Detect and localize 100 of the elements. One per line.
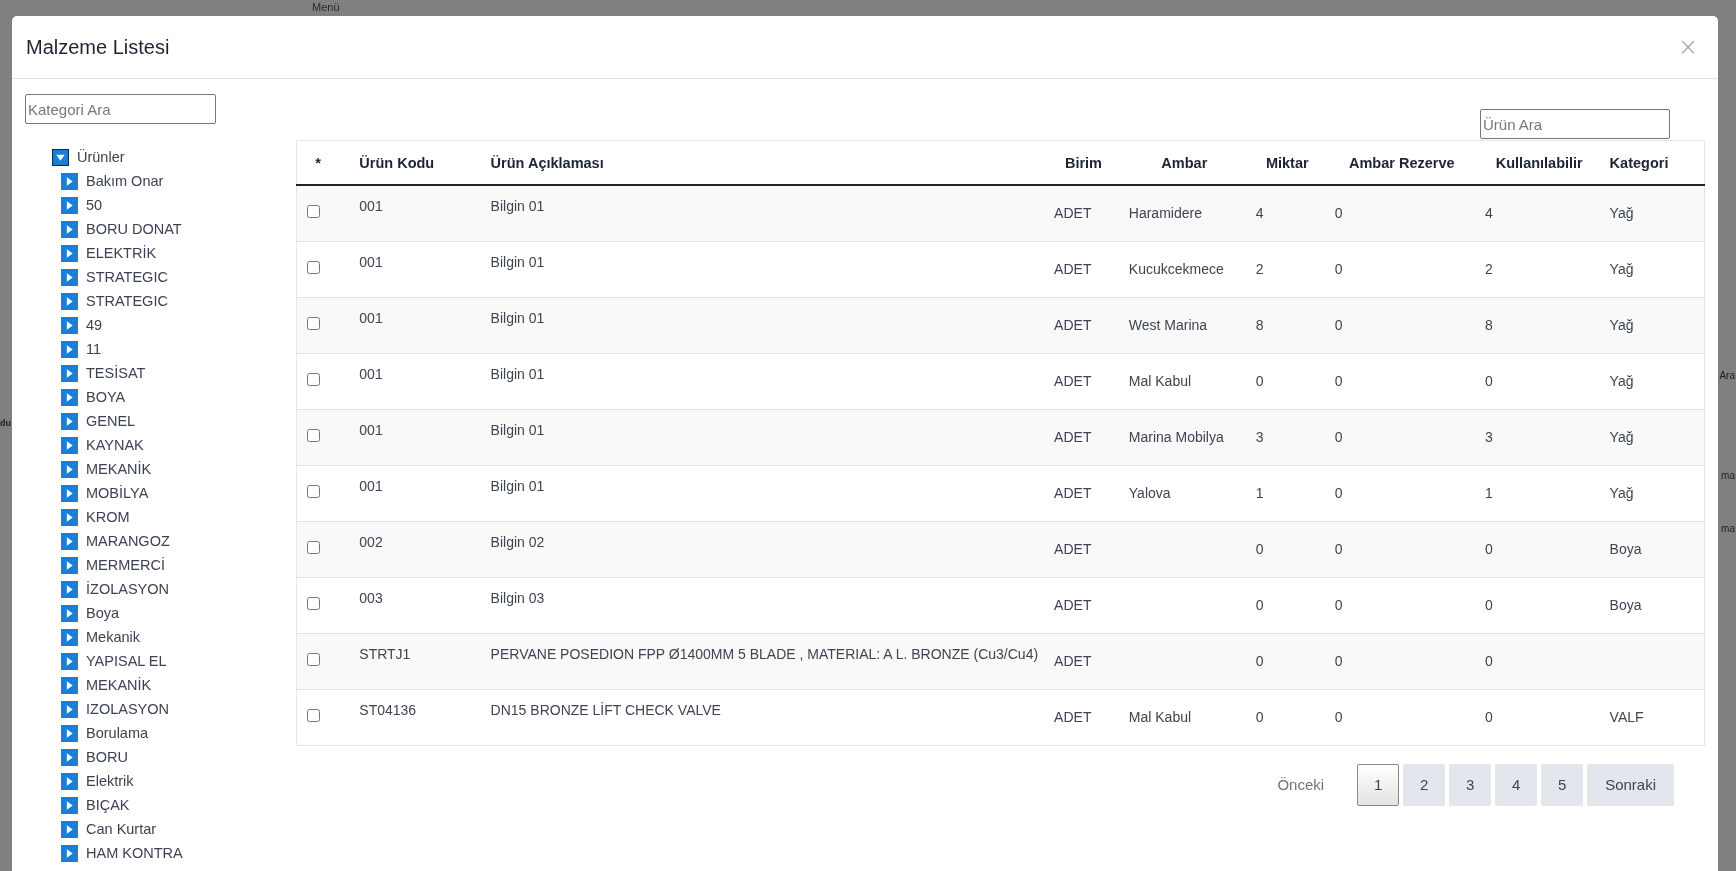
expand-icon[interactable] bbox=[61, 340, 78, 358]
expand-icon[interactable] bbox=[61, 244, 78, 262]
tree-item[interactable]: 11 bbox=[86, 341, 102, 357]
table-cell: 0 bbox=[1255, 373, 1264, 389]
table-cell: 0 bbox=[1334, 317, 1343, 333]
table-cell: ADET bbox=[1054, 429, 1092, 445]
expand-icon[interactable] bbox=[61, 292, 78, 310]
tree-item[interactable]: 49 bbox=[86, 317, 103, 333]
table-cell: PERVANE POSEDION FPP Ø1400MM 5 BLADE , MATERIAL: A L. BRONZE (Cu3/Cu4) bbox=[490, 645, 1039, 662]
tree-item[interactable]: IZOLASYON bbox=[86, 701, 169, 717]
table-cell: 8 bbox=[1484, 317, 1493, 333]
table-cell: ADET bbox=[1054, 373, 1092, 389]
row-checkbox[interactable] bbox=[307, 653, 320, 666]
table-cell: 002 bbox=[359, 533, 383, 550]
table-cell: 0 bbox=[1334, 541, 1343, 557]
tree-item[interactable]: YAPISAL EL bbox=[86, 653, 167, 669]
tree-item[interactable]: STRATEGIC bbox=[86, 293, 168, 309]
table-cell: Mal Kabul bbox=[1128, 373, 1192, 389]
tree-item[interactable]: BIÇAK bbox=[86, 797, 130, 813]
page-button[interactable]: 2 bbox=[1403, 763, 1446, 806]
row-checkbox[interactable] bbox=[307, 261, 320, 274]
tree-item[interactable]: Elektrik bbox=[86, 773, 134, 789]
tree-item[interactable]: KAYNAK bbox=[86, 437, 144, 453]
expand-icon[interactable] bbox=[61, 700, 78, 718]
expand-icon[interactable] bbox=[61, 748, 78, 766]
tree-item[interactable]: 50 bbox=[86, 197, 103, 213]
table-cell: ADET bbox=[1054, 653, 1092, 669]
row-checkbox[interactable] bbox=[307, 485, 320, 498]
page-button[interactable]: 5 bbox=[1541, 763, 1584, 806]
tree-item[interactable]: MEKANİK bbox=[86, 461, 152, 477]
expand-icon[interactable] bbox=[61, 220, 78, 238]
row-checkbox[interactable] bbox=[307, 205, 320, 219]
row-checkbox[interactable] bbox=[307, 709, 320, 722]
tree-item[interactable]: TESİSAT bbox=[86, 365, 146, 381]
row-checkbox[interactable] bbox=[307, 317, 320, 330]
page-button[interactable]: 3 bbox=[1449, 763, 1492, 806]
tree-item[interactable]: Can Kurtar bbox=[86, 821, 157, 837]
tree-item[interactable]: İZOLASYON bbox=[86, 581, 169, 597]
expand-icon[interactable] bbox=[61, 460, 78, 478]
table-cell: 0 bbox=[1255, 541, 1264, 557]
row-checkbox[interactable] bbox=[307, 597, 320, 610]
tree-item[interactable]: Mekanik bbox=[86, 629, 140, 645]
expand-icon[interactable] bbox=[61, 268, 78, 286]
tree-item[interactable]: KROM bbox=[86, 509, 130, 525]
page-button[interactable]: 1 bbox=[1357, 763, 1400, 806]
expand-icon[interactable] bbox=[61, 364, 78, 382]
tree-item[interactable]: MEKANİK bbox=[86, 677, 152, 693]
expand-icon[interactable] bbox=[61, 844, 78, 862]
table-cell: 001 bbox=[359, 309, 383, 326]
expand-icon[interactable] bbox=[61, 820, 78, 838]
page-button[interactable]: 4 bbox=[1495, 763, 1538, 806]
expand-icon[interactable] bbox=[61, 484, 78, 502]
expand-icon[interactable] bbox=[61, 532, 78, 550]
expand-icon[interactable] bbox=[61, 724, 78, 742]
tree-item[interactable]: GENEL bbox=[86, 413, 136, 429]
expand-icon[interactable] bbox=[61, 580, 78, 598]
tree-item[interactable]: Boya bbox=[86, 605, 120, 621]
row-checkbox[interactable] bbox=[307, 429, 320, 442]
tree-item[interactable]: BORU DONAT bbox=[86, 221, 182, 237]
expand-icon[interactable] bbox=[61, 316, 78, 334]
tree-item[interactable]: Borulama bbox=[86, 725, 149, 741]
table-cell: ADET bbox=[1054, 597, 1092, 613]
table-cell: 0 bbox=[1334, 373, 1343, 389]
category-search-field[interactable]: Kategori Ara bbox=[25, 94, 216, 124]
expand-icon[interactable] bbox=[61, 196, 78, 214]
expand-icon[interactable] bbox=[61, 412, 78, 430]
table-cell: Kucukcekmece bbox=[1128, 261, 1224, 277]
expand-icon[interactable] bbox=[61, 388, 78, 406]
tree-item[interactable]: MERMERCİ bbox=[86, 557, 165, 573]
expand-icon[interactable] bbox=[61, 172, 78, 190]
expand-icon[interactable] bbox=[61, 796, 78, 814]
tree-item[interactable]: ELEKTRİK bbox=[86, 245, 157, 261]
tree-item[interactable]: MOBİLYA bbox=[86, 485, 149, 501]
expand-icon[interactable] bbox=[61, 604, 78, 622]
expand-icon[interactable] bbox=[61, 436, 78, 454]
tree-item[interactable]: BORU bbox=[86, 749, 128, 765]
tree-item[interactable]: BOYA bbox=[86, 389, 126, 405]
tree-item[interactable]: Bakım Onar bbox=[86, 173, 164, 189]
collapse-icon[interactable] bbox=[52, 148, 69, 166]
expand-icon[interactable] bbox=[61, 628, 78, 646]
expand-icon[interactable] bbox=[61, 652, 78, 670]
expand-icon[interactable] bbox=[61, 676, 78, 694]
expand-icon[interactable] bbox=[61, 508, 78, 526]
product-search-field[interactable]: Ürün Ara bbox=[1480, 109, 1670, 139]
expand-icon[interactable] bbox=[61, 772, 78, 790]
tree-item[interactable]: Ürünler bbox=[77, 149, 125, 165]
tree-item[interactable]: MARANGOZ bbox=[86, 533, 170, 549]
tree-item[interactable]: HAM KONTRA bbox=[86, 845, 183, 861]
table-cell: 001 bbox=[359, 421, 383, 438]
table-cell: Bilgin 01 bbox=[490, 309, 545, 326]
tree-item[interactable]: STRATEGIC bbox=[86, 269, 168, 285]
table-cell: 0 bbox=[1484, 597, 1493, 613]
background-text: du bbox=[0, 417, 11, 429]
table-cell: Yağ bbox=[1609, 205, 1634, 222]
row-checkbox[interactable] bbox=[307, 541, 320, 554]
table-cell: Mal Kabul bbox=[1128, 709, 1192, 725]
expand-icon[interactable] bbox=[61, 556, 78, 574]
menu-label[interactable]: Menü bbox=[312, 1, 340, 13]
next-button[interactable]: Sonraki bbox=[1587, 763, 1674, 806]
row-checkbox[interactable] bbox=[307, 373, 320, 386]
